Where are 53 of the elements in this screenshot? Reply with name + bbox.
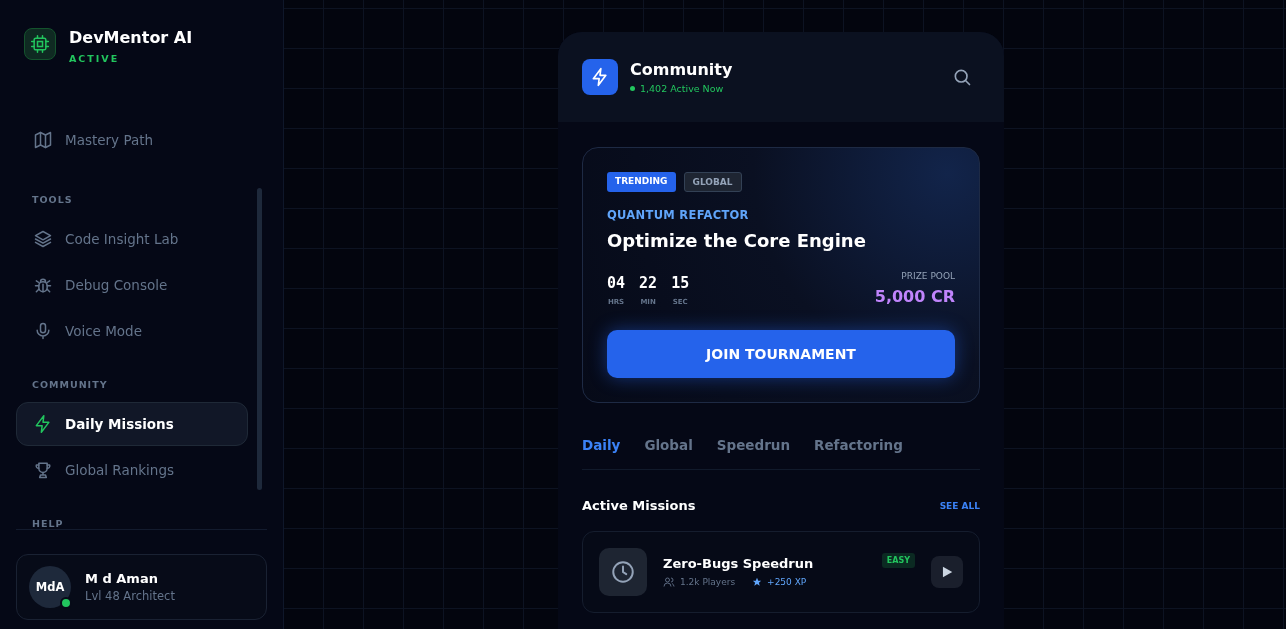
prize-label: PRIZE POOL bbox=[901, 271, 955, 281]
status-label: ACTIVE bbox=[69, 53, 121, 64]
timer-value: 15 bbox=[671, 274, 690, 292]
tab[interactable]: Refactoring bbox=[814, 437, 903, 453]
player-count: 1.2k Players bbox=[680, 577, 736, 587]
section-heading: COMMUNITY bbox=[31, 378, 109, 392]
microphone-icon bbox=[33, 321, 53, 341]
section-heading: TOOLS bbox=[31, 193, 74, 207]
section-title: Active Missions bbox=[582, 498, 696, 513]
avatar: MdA bbox=[29, 566, 71, 608]
map-icon bbox=[33, 130, 53, 150]
difficulty-tag: EASY bbox=[881, 553, 915, 568]
clock-icon bbox=[599, 548, 647, 596]
play-icon bbox=[940, 565, 954, 579]
lightning-icon bbox=[582, 59, 618, 95]
timer-value: 04 bbox=[607, 274, 626, 292]
user-role: Lvl 48 Architect bbox=[85, 589, 175, 603]
see-all-link[interactable]: SEE ALL bbox=[939, 500, 980, 511]
sidebar-item[interactable]: Daily Missions bbox=[16, 402, 248, 446]
category-label: QUANTUM REFACTOR bbox=[607, 208, 750, 222]
sidebar-item[interactable]: Voice Mode bbox=[16, 309, 248, 353]
lightning-icon bbox=[33, 414, 53, 434]
trophy-icon bbox=[33, 460, 53, 480]
tab[interactable]: Speedrun bbox=[716, 437, 790, 453]
mission-card[interactable]: Zero-Bugs Speedrun 1.2k Players +250 XP EASY bbox=[582, 531, 980, 613]
chip-icon bbox=[24, 28, 56, 60]
user-name: M d Aman bbox=[85, 571, 159, 586]
sidebar-item[interactable]: Global Rankings bbox=[16, 448, 248, 492]
sidebar-item[interactable]: Mastery Path bbox=[16, 118, 248, 162]
timer-value: 22 bbox=[639, 274, 658, 292]
prize-amount: 5,000 CR bbox=[874, 287, 955, 306]
mission-title: Zero-Bugs Speedrun bbox=[663, 556, 815, 571]
tournament-title: Optimize the Core Engine bbox=[607, 230, 867, 251]
tab[interactable]: Daily bbox=[582, 437, 621, 453]
user-card[interactable]: MdA M d Aman Lvl 48 Architect bbox=[16, 554, 267, 620]
sidebar-item[interactable]: Code Insight Lab bbox=[16, 217, 248, 261]
app-name: DevMentor AI bbox=[69, 28, 193, 47]
users-icon bbox=[663, 576, 675, 588]
tab[interactable]: Global bbox=[644, 437, 693, 453]
scrollbar[interactable] bbox=[257, 188, 262, 490]
panel-title: Community bbox=[630, 60, 734, 79]
star-icon bbox=[752, 577, 763, 587]
join-tournament-button[interactable]: JOIN TOURNAMENT bbox=[607, 330, 955, 378]
tag: TRENDING bbox=[607, 172, 676, 192]
layers-icon bbox=[33, 229, 53, 249]
sidebar-item[interactable]: Debug Console bbox=[16, 263, 248, 307]
active-count: 1,402 Active Now bbox=[630, 83, 940, 94]
play-button[interactable] bbox=[931, 556, 963, 588]
xp-reward: +250 XP bbox=[767, 577, 807, 587]
search-icon[interactable] bbox=[952, 67, 972, 87]
tag: GLOBAL bbox=[683, 172, 742, 192]
section-heading: HELP bbox=[31, 517, 65, 529]
bug-icon bbox=[33, 275, 53, 295]
